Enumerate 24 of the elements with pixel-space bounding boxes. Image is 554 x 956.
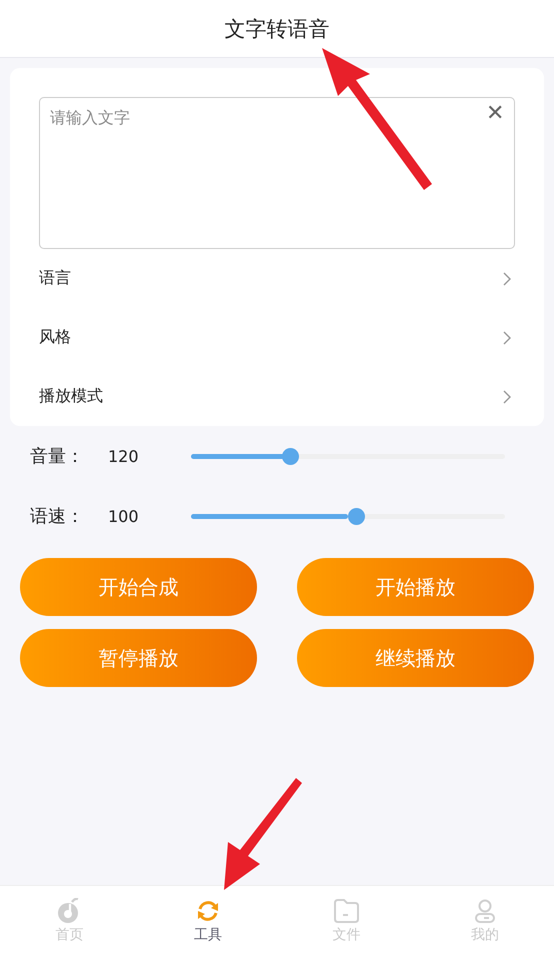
option-row[interactable]: 播放模式 [39,367,515,426]
tab-item[interactable]: 工具 [138,886,277,956]
folder-icon [332,898,360,924]
text-input-field[interactable]: 请输入文字 ✕ [39,97,515,249]
option-label: 语言 [39,268,71,289]
chevron-right-icon [503,390,511,404]
slider-label: 音量： [30,445,85,468]
option-label: 风格 [39,327,71,348]
action-button[interactable]: 暂停播放 [20,629,257,687]
slider-label: 语速： [30,505,85,528]
chevron-right-icon [503,330,511,344]
slider-thumb[interactable] [282,448,299,464]
option-label: 播放模式 [39,386,103,407]
page-title: 文字转语音 [224,16,330,42]
slider-value: 100 [108,506,140,526]
slider-thumb[interactable] [348,508,365,524]
action-button[interactable]: 开始合成 [20,558,257,616]
action-button[interactable]: 继续播放 [297,629,534,687]
option-row[interactable]: 语言 [39,249,515,308]
chevron-right-icon [503,272,511,286]
option-row[interactable]: 风格 [39,308,515,367]
close-button[interactable]: ✕ [486,100,504,126]
slider-value: 120 [108,446,140,466]
action-button[interactable]: 开始播放 [297,558,534,616]
